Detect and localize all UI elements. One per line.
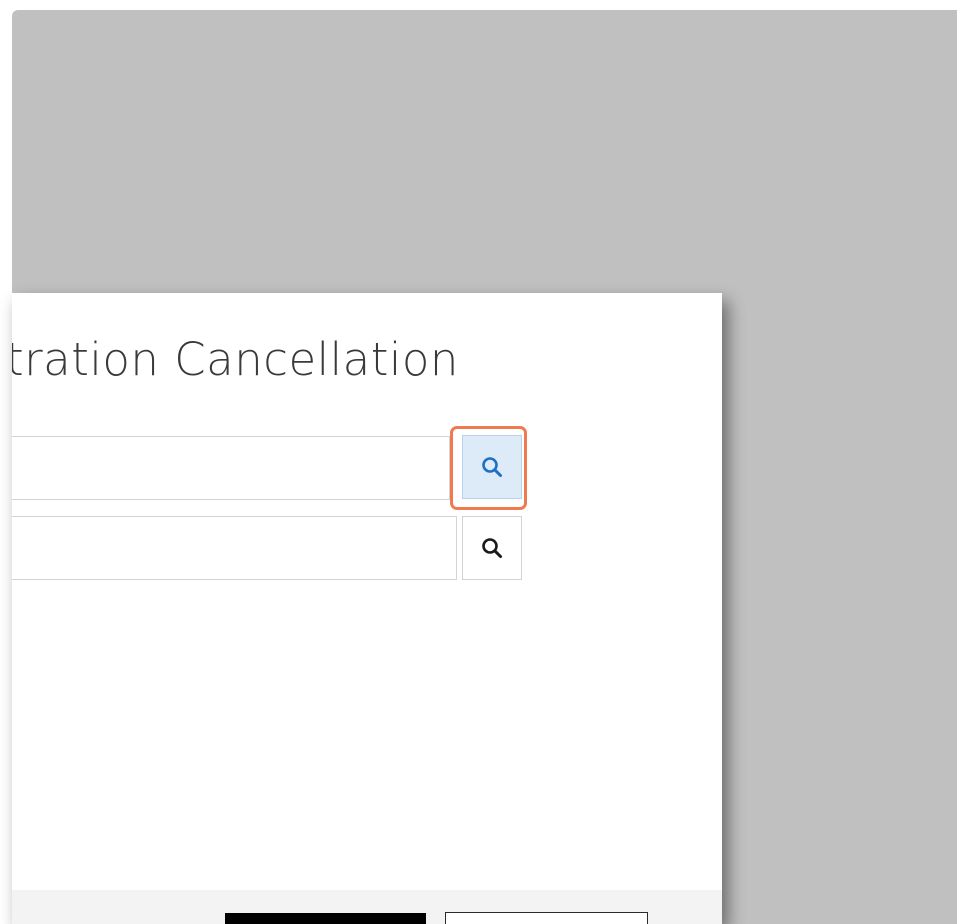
- lookup-input-1[interactable]: [12, 436, 450, 500]
- lookup-input-2[interactable]: [12, 516, 457, 580]
- lookup-search-button-1[interactable]: [462, 435, 522, 499]
- dialog-footer: [12, 890, 722, 924]
- search-icon: [482, 538, 502, 558]
- dialog-title: tration Cancellation: [12, 333, 459, 386]
- search-icon: [482, 457, 502, 477]
- primary-action-button[interactable]: [225, 913, 426, 924]
- secondary-action-button[interactable]: [445, 912, 648, 924]
- dialog: tration Cancellation: [12, 293, 722, 924]
- lookup-search-button-2[interactable]: [462, 516, 522, 580]
